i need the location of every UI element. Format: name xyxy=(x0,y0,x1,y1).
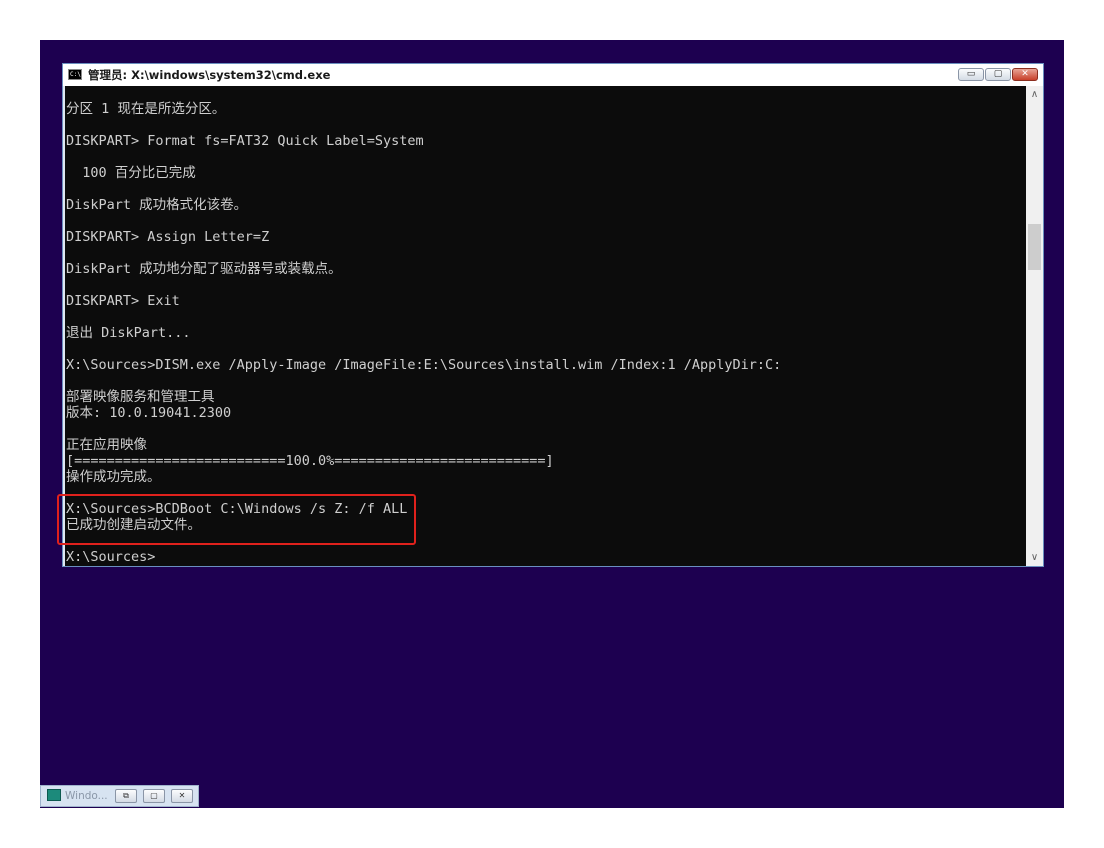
console-line: 100 百分比已完成 xyxy=(66,165,196,181)
close-button[interactable]: ✕ xyxy=(1012,68,1038,81)
title-bar[interactable]: C:\ 管理员: X:\windows\system32\cmd.exe ▭ ▢… xyxy=(63,64,1043,86)
console-line: 分区 1 现在是所选分区。 xyxy=(66,101,226,117)
cmd-window[interactable]: C:\ 管理员: X:\windows\system32\cmd.exe ▭ ▢… xyxy=(62,63,1044,567)
highlight-box xyxy=(57,494,416,545)
console-line: DISKPART> Assign Letter=Z xyxy=(66,229,270,245)
console-line: DISKPART> Exit xyxy=(66,293,180,309)
console-line: DISKPART> Format fs=FAT32 Quick Label=Sy… xyxy=(66,133,424,149)
console-line: 退出 DiskPart... xyxy=(66,325,191,341)
cmd-icon: C:\ xyxy=(68,69,82,80)
console-line: 部署映像服务和管理工具 xyxy=(66,389,215,405)
console-line: 操作成功完成。 xyxy=(66,469,161,485)
restore-button[interactable]: ⧉ xyxy=(115,789,137,803)
maximize-button[interactable]: ▢ xyxy=(143,789,165,803)
scroll-up-arrow[interactable]: ∧ xyxy=(1026,86,1043,103)
close-button[interactable]: ✕ xyxy=(171,789,193,803)
maximize-button[interactable]: ▢ xyxy=(985,68,1011,81)
scroll-down-arrow[interactable]: ∨ xyxy=(1026,549,1043,566)
vertical-scrollbar[interactable]: ∧ ∨ xyxy=(1026,86,1043,566)
console-line: 版本: 10.0.19041.2300 xyxy=(66,405,232,421)
window-title: 管理员: X:\windows\system32\cmd.exe xyxy=(88,68,331,82)
scroll-thumb[interactable] xyxy=(1028,224,1041,270)
console-line: DiskPart 成功格式化该卷。 xyxy=(66,197,248,213)
console-line: 正在应用映像 xyxy=(66,437,147,453)
minimize-button[interactable]: ▭ xyxy=(958,68,984,81)
setup-icon xyxy=(47,789,61,801)
minimized-window-tab[interactable]: Windo... ⧉ ▢ ✕ xyxy=(40,785,199,807)
console-progress-line: [==========================100.0%=======… xyxy=(66,453,554,469)
console-line: X:\Sources>DISM.exe /Apply-Image /ImageF… xyxy=(66,357,782,373)
console-line: DiskPart 成功地分配了驱动器号或装载点。 xyxy=(66,261,342,277)
console-prompt[interactable]: X:\Sources> xyxy=(66,549,155,565)
minimized-window-label: Windo... xyxy=(65,790,108,802)
